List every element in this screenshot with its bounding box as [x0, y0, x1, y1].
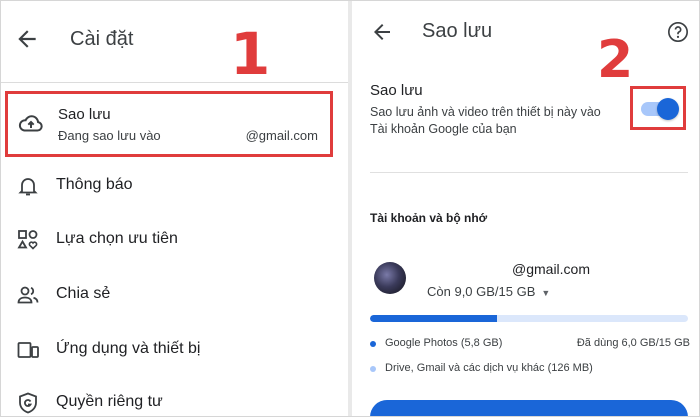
- screenshot-frame: [0, 0, 700, 417]
